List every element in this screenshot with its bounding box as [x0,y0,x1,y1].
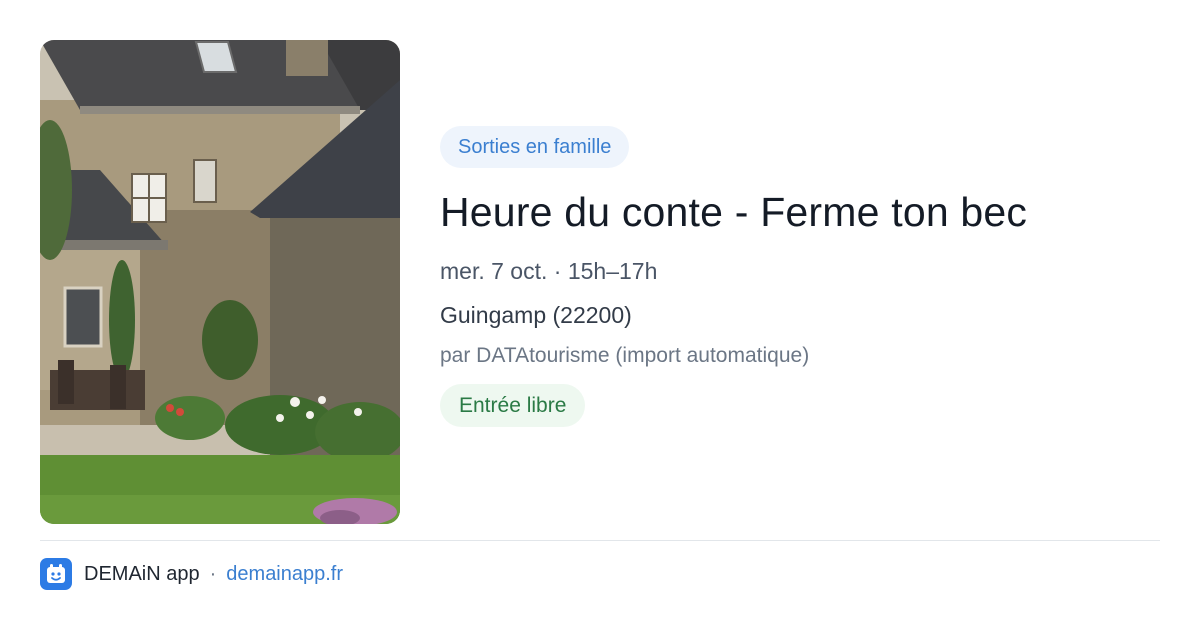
event-location: Guingamp (22200) [440,302,632,328]
footer-divider [40,540,1160,541]
event-datetime: mer. 7 oct. · 15h–17h [440,258,658,284]
event-photo [40,40,400,524]
app-name: DEMAiN app [84,562,200,585]
footer: DEMAiN app · demainapp.fr [40,557,343,591]
calendar-smile-icon [40,558,72,590]
footer-separator: · [209,562,217,585]
event-info: Sorties en famille Heure du conte - Ferm… [440,126,1160,427]
price-badge: Entrée libre [440,384,586,427]
app-domain-link[interactable]: demainapp.fr [226,563,343,586]
category-chip[interactable]: Sorties en famille [440,126,630,168]
event-title: Heure du conte - Ferme ton bec [440,189,1028,235]
event-organizer: par DATAtourisme (import automatique) [440,344,810,367]
